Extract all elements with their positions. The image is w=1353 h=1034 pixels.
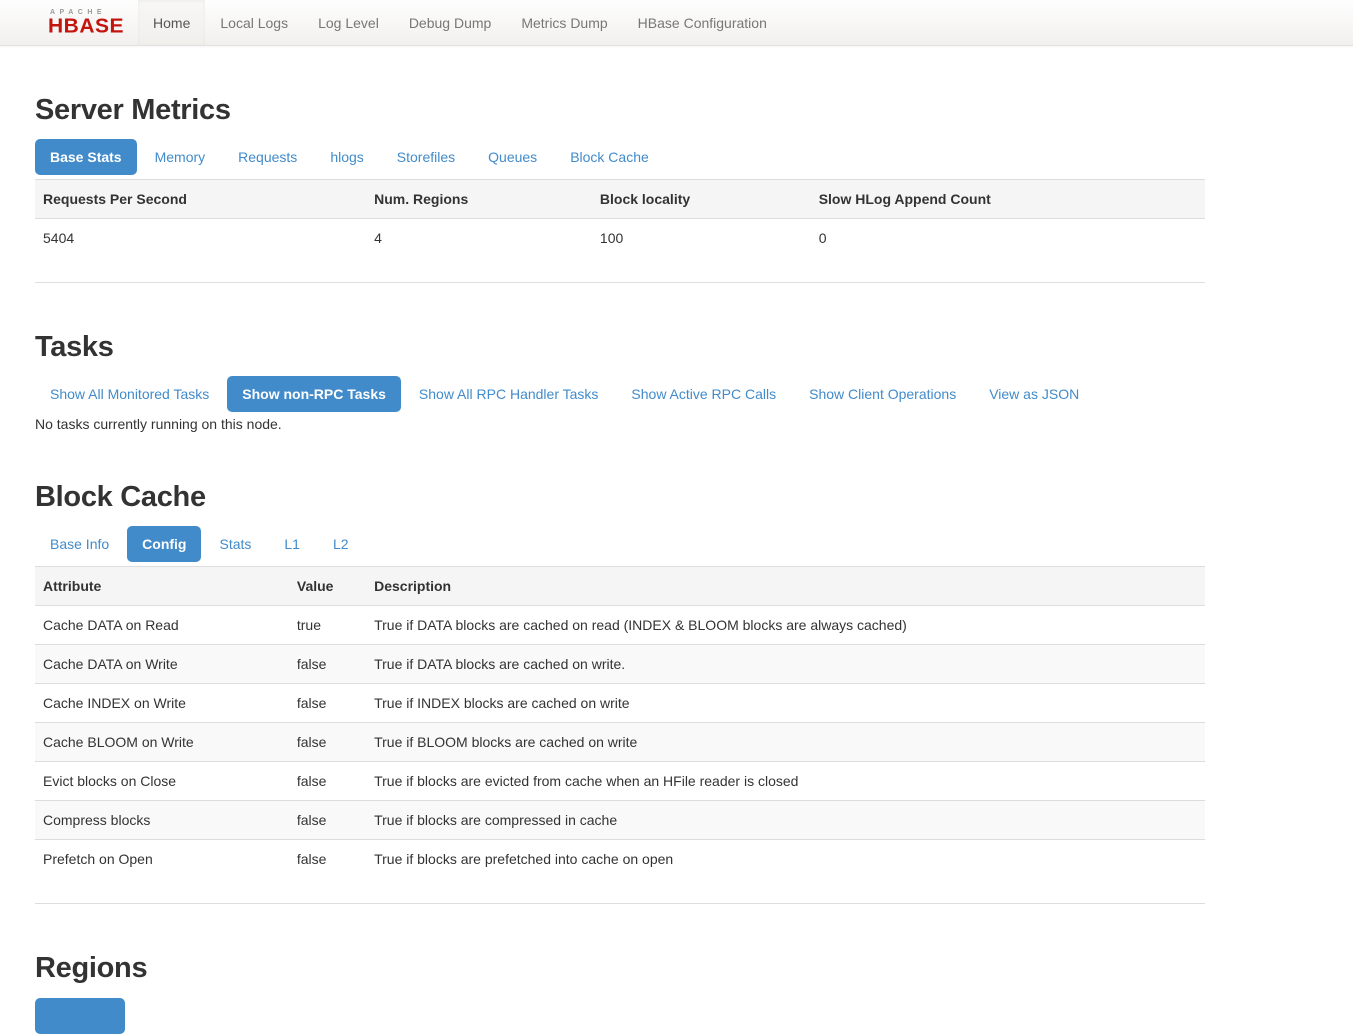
- table-row: Cache DATA on Read true True if DATA blo…: [35, 606, 1205, 645]
- tab-storefiles[interactable]: Storefiles: [382, 139, 470, 175]
- show-all-monitored-tasks-button[interactable]: Show All Monitored Tasks: [35, 376, 224, 412]
- attribute-cell: Cache DATA on Write: [35, 645, 289, 684]
- block-cache-section: Block Cache Base Info Config Stats L1 L2…: [35, 481, 1205, 904]
- tab-l1[interactable]: L1: [269, 526, 315, 562]
- tab-requests[interactable]: Requests: [223, 139, 312, 175]
- nav-item-hbase-configuration[interactable]: HBase Configuration: [623, 0, 782, 45]
- show-all-rpc-handler-tasks-button[interactable]: Show All RPC Handler Tasks: [404, 376, 613, 412]
- hbase-logo-hbase-text: HBASE: [48, 17, 124, 35]
- value-cell: false: [289, 684, 366, 723]
- attribute-cell: Cache INDEX on Write: [35, 684, 289, 723]
- tab-base-info[interactable]: Base Info: [35, 526, 124, 562]
- server-metrics-title: Server Metrics: [35, 94, 1205, 126]
- tab-memory[interactable]: Memory: [140, 139, 221, 175]
- block-cache-config-table: Attribute Value Description Cache DATA o…: [35, 566, 1205, 878]
- main-content: Server Metrics Base Stats Memory Request…: [35, 94, 1205, 1034]
- tasks-filter-buttons: Show All Monitored Tasks Show non-RPC Ta…: [35, 376, 1205, 412]
- value-cell: false: [289, 762, 366, 801]
- description-cell: True if DATA blocks are cached on read (…: [366, 606, 1205, 645]
- col-header-value: Value: [289, 567, 366, 606]
- navbar-inner: APACHE HBASE Home Local Logs Log Level D…: [35, 0, 1205, 45]
- tab-hlogs[interactable]: hlogs: [315, 139, 378, 175]
- table-row: 5404 4 100 0: [35, 219, 1205, 258]
- server-metrics-section: Server Metrics Base Stats Memory Request…: [35, 94, 1205, 283]
- attribute-cell: Cache BLOOM on Write: [35, 723, 289, 762]
- block-locality-value: 100: [592, 219, 811, 258]
- col-header-description: Description: [366, 567, 1205, 606]
- description-cell: True if blocks are evicted from cache wh…: [366, 762, 1205, 801]
- view-as-json-button[interactable]: View as JSON: [974, 376, 1094, 412]
- attribute-cell: Prefetch on Open: [35, 840, 289, 879]
- table-row: Evict blocks on Close false True if bloc…: [35, 762, 1205, 801]
- value-cell: false: [289, 840, 366, 879]
- tasks-empty-message: No tasks currently running on this node.: [35, 416, 1205, 433]
- attribute-cell: Evict blocks on Close: [35, 762, 289, 801]
- col-header-num-regions: Num. Regions: [366, 180, 592, 219]
- num-regions-value: 4: [366, 219, 592, 258]
- tab-base-stats[interactable]: Base Stats: [35, 139, 137, 175]
- nav-item-debug-dump[interactable]: Debug Dump: [394, 0, 507, 45]
- value-cell: false: [289, 645, 366, 684]
- show-active-rpc-calls-button[interactable]: Show Active RPC Calls: [616, 376, 791, 412]
- table-row: Cache BLOOM on Write false True if BLOOM…: [35, 723, 1205, 762]
- hbase-logo[interactable]: APACHE HBASE: [35, 0, 138, 45]
- col-header-requests-per-second: Requests Per Second: [35, 180, 366, 219]
- navbar-menu: Home Local Logs Log Level Debug Dump Met…: [138, 0, 782, 45]
- requests-per-second-value: 5404: [35, 219, 366, 258]
- table-header-row: Attribute Value Description: [35, 567, 1205, 606]
- value-cell: false: [289, 723, 366, 762]
- slow-hlog-append-count-value: 0: [811, 219, 1205, 258]
- tasks-section: Tasks Show All Monitored Tasks Show non-…: [35, 331, 1205, 433]
- server-metrics-table-wrap: Requests Per Second Num. Regions Block l…: [35, 179, 1205, 283]
- server-metrics-table: Requests Per Second Num. Regions Block l…: [35, 179, 1205, 257]
- tasks-title: Tasks: [35, 331, 1205, 363]
- attribute-cell: Compress blocks: [35, 801, 289, 840]
- top-navbar: APACHE HBASE Home Local Logs Log Level D…: [0, 0, 1353, 46]
- nav-item-local-logs[interactable]: Local Logs: [205, 0, 303, 45]
- description-cell: True if blocks are prefetched into cache…: [366, 840, 1205, 879]
- attribute-cell: Cache DATA on Read: [35, 606, 289, 645]
- value-cell: true: [289, 606, 366, 645]
- table-row: Compress blocks false True if blocks are…: [35, 801, 1205, 840]
- col-header-slow-hlog-append-count: Slow HLog Append Count: [811, 180, 1205, 219]
- nav-item-log-level[interactable]: Log Level: [303, 0, 394, 45]
- regions-section: Regions: [35, 952, 1205, 1034]
- col-header-block-locality: Block locality: [592, 180, 811, 219]
- tab-stats[interactable]: Stats: [204, 526, 266, 562]
- regions-title: Regions: [35, 952, 1205, 984]
- tab-config[interactable]: Config: [127, 526, 201, 562]
- nav-item-home[interactable]: Home: [138, 0, 205, 45]
- show-client-operations-button[interactable]: Show Client Operations: [794, 376, 971, 412]
- block-cache-title: Block Cache: [35, 481, 1205, 513]
- tab-l2[interactable]: L2: [318, 526, 364, 562]
- table-row: Prefetch on Open false True if blocks ar…: [35, 840, 1205, 879]
- show-non-rpc-tasks-button[interactable]: Show non-RPC Tasks: [227, 376, 401, 412]
- server-metrics-tabs: Base Stats Memory Requests hlogs Storefi…: [35, 139, 1205, 175]
- table-header-row: Requests Per Second Num. Regions Block l…: [35, 180, 1205, 219]
- description-cell: True if INDEX blocks are cached on write: [366, 684, 1205, 723]
- table-row: Cache DATA on Write false True if DATA b…: [35, 645, 1205, 684]
- tab-queues[interactable]: Queues: [473, 139, 552, 175]
- description-cell: True if blocks are compressed in cache: [366, 801, 1205, 840]
- description-cell: True if BLOOM blocks are cached on write: [366, 723, 1205, 762]
- regions-tab[interactable]: [35, 998, 125, 1034]
- description-cell: True if DATA blocks are cached on write.: [366, 645, 1205, 684]
- table-row: Cache INDEX on Write false True if INDEX…: [35, 684, 1205, 723]
- nav-item-metrics-dump[interactable]: Metrics Dump: [506, 0, 622, 45]
- tab-block-cache[interactable]: Block Cache: [555, 139, 664, 175]
- block-cache-tabs: Base Info Config Stats L1 L2: [35, 526, 1205, 562]
- value-cell: false: [289, 801, 366, 840]
- col-header-attribute: Attribute: [35, 567, 289, 606]
- block-cache-table-wrap: Attribute Value Description Cache DATA o…: [35, 566, 1205, 904]
